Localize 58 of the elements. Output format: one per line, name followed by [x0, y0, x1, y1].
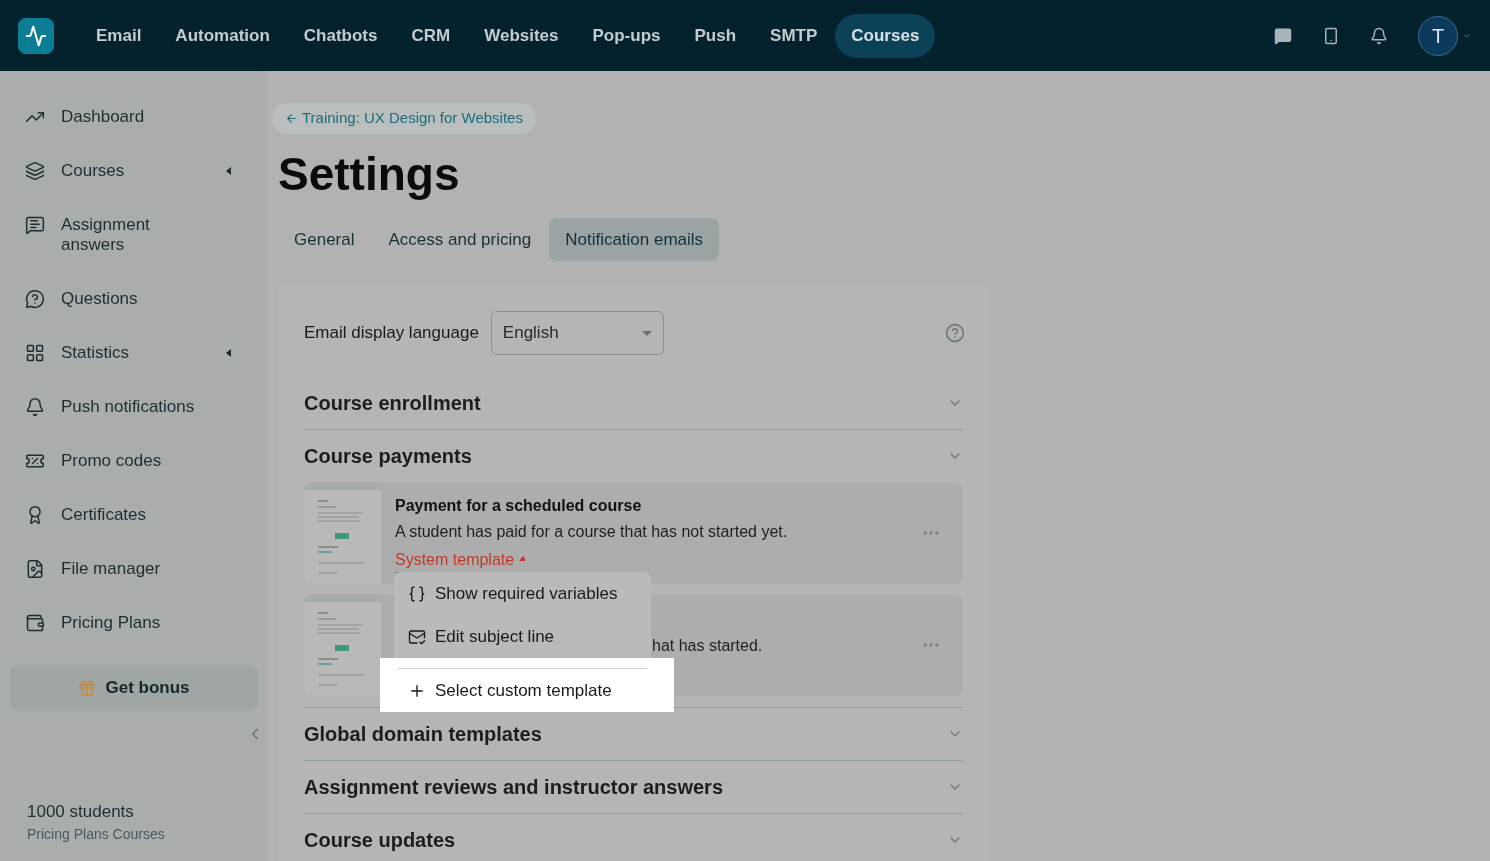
sidebar-item[interactable]: Promo codes — [0, 443, 268, 479]
sidebar-item[interactable]: File manager — [0, 551, 268, 587]
logo-icon[interactable] — [18, 17, 54, 54]
language-label: Email display language — [304, 322, 479, 345]
mail-edit-icon — [408, 627, 426, 646]
help-icon[interactable] — [945, 323, 965, 343]
section-header[interactable]: Global domain templates — [304, 708, 963, 760]
promo-icon — [25, 451, 45, 471]
courses-icon — [25, 161, 45, 181]
nav-tab[interactable]: Courses — [835, 13, 936, 58]
phone-icon[interactable] — [1322, 26, 1340, 45]
answers-icon — [25, 215, 45, 235]
template-description: hat has started. — [652, 636, 763, 656]
gift-icon — [78, 679, 97, 697]
tab[interactable]: Notification emails — [549, 218, 720, 261]
notification-icon[interactable] — [1370, 26, 1388, 45]
braces-icon — [408, 584, 426, 603]
section-header[interactable]: Assignment reviews and instructor answers — [304, 761, 963, 813]
bell-icon — [25, 397, 45, 417]
nav-tab[interactable]: CRM — [395, 13, 467, 58]
caret-up-icon — [519, 556, 526, 564]
page-title: Settings — [278, 147, 461, 202]
file-icon — [25, 559, 45, 579]
menu-item[interactable]: Edit subject line — [394, 615, 651, 658]
nav-tab[interactable]: Push — [678, 13, 753, 58]
sidebar-item[interactable]: Dashboard — [0, 99, 268, 135]
nav-tab[interactable]: SMTP — [754, 13, 834, 58]
sidebar-item[interactable]: Questions — [0, 281, 268, 317]
question-icon — [25, 289, 45, 309]
sidebar-item[interactable]: Push notifications — [0, 389, 268, 425]
tab[interactable]: Access and pricing — [372, 218, 548, 261]
nav-tab[interactable]: Websites — [468, 13, 575, 58]
sidebar-item[interactable]: Pricing Plans — [0, 605, 268, 641]
sidebar-item[interactable]: Certificates — [0, 497, 268, 533]
language-select[interactable]: English — [490, 311, 664, 355]
sidebar-item[interactable]: Courses — [0, 153, 268, 189]
back-arrow-icon — [285, 112, 298, 125]
nav-tab[interactable]: Automation — [159, 13, 286, 58]
tab[interactable]: General — [278, 218, 371, 261]
plan-name: Pricing Plans Courses — [27, 825, 166, 844]
template-title: Payment for a scheduled course — [395, 495, 643, 516]
dropdown-caret-icon — [641, 330, 652, 336]
section-header[interactable]: Course enrollment — [304, 377, 963, 429]
nav-tab[interactable]: Pop-ups — [576, 13, 677, 58]
chat-icon[interactable] — [1274, 26, 1292, 45]
section-header[interactable]: Course updates — [304, 814, 963, 861]
nav-tab[interactable]: Email — [80, 13, 158, 58]
sidebar-item[interactable]: Statistics — [0, 335, 268, 371]
nav-tab[interactable]: Chatbots — [287, 13, 394, 58]
menu-item[interactable]: Show required variables — [394, 572, 651, 615]
section-header[interactable]: Course payments — [304, 430, 963, 482]
stats-icon — [25, 343, 45, 363]
avatar[interactable]: T — [1418, 15, 1458, 56]
template-description: A student has paid for a course that has not started yet. — [395, 521, 788, 542]
sidebar-item[interactable]: Assignment answers — [0, 207, 268, 263]
wallet-icon — [25, 613, 45, 633]
get-bonus-button[interactable]: Get bonus — [10, 665, 258, 711]
plan-students: 1000 students — [27, 800, 135, 823]
